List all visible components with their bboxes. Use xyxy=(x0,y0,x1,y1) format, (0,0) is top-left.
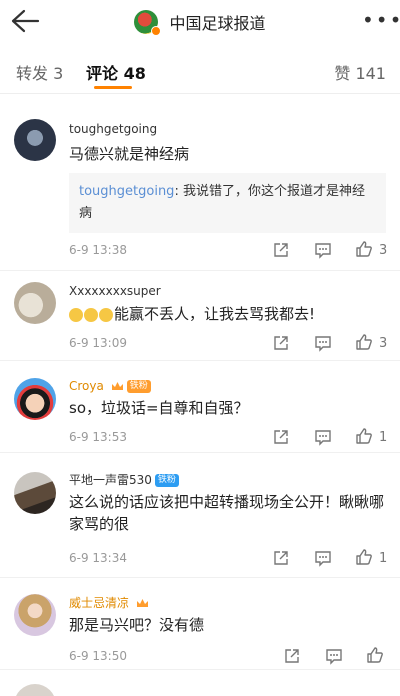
avatar[interactable] xyxy=(14,684,56,696)
comment-page: 中国足球报道 ••• 转发 3 评论 48 赞 141 toughgetgoin… xyxy=(0,0,400,696)
emoji-icon xyxy=(99,307,113,322)
emoji-icon xyxy=(84,307,98,322)
share-icon[interactable] xyxy=(272,428,292,446)
username-text: 平地一声雷530 xyxy=(69,473,152,487)
comment-text: 能赢不丢人，让我去骂我都去! xyxy=(69,303,384,325)
comment-icon[interactable] xyxy=(314,334,334,352)
avatar[interactable] xyxy=(14,282,56,324)
avatar[interactable] xyxy=(14,472,56,514)
avatar[interactable] xyxy=(14,378,56,420)
comment-item: 平地一声雷530 铁粉 这么说的话应该把中超转播现场全公开！瞅瞅哪家骂的很 6-9… xyxy=(0,453,400,578)
avatar[interactable] xyxy=(14,594,56,636)
tab-likes[interactable]: 赞 141 xyxy=(334,60,386,84)
account-avatar xyxy=(134,10,162,36)
comment-item: 威士忌清凉 那是马兴吧？没有德 6-9 13:50 xyxy=(0,578,400,670)
like-count: 3 xyxy=(379,243,388,258)
comment-list[interactable]: toughgetgoing 马德兴就是神经病 toughgetgoing: 我说… xyxy=(0,95,400,696)
like-count: 1 xyxy=(379,551,388,566)
like-icon[interactable] xyxy=(366,646,386,664)
crown-icon xyxy=(111,382,123,390)
comment-item: Croya 铁粉 so，垃圾话=自尊和自强？ 6-9 13:53 1 xyxy=(0,361,400,453)
emoji-icon xyxy=(69,307,83,322)
share-icon[interactable] xyxy=(272,241,292,259)
fan-badge: 铁粉 xyxy=(154,474,179,487)
share-icon[interactable] xyxy=(283,647,303,665)
comment-time: 6-9 13:50 xyxy=(69,649,127,663)
avatar[interactable] xyxy=(14,119,56,161)
comment-icon[interactable] xyxy=(314,428,334,446)
tab-bar: 转发 3 评论 48 赞 141 xyxy=(0,44,400,94)
tab-reposts[interactable]: 转发 3 xyxy=(16,60,63,84)
comment-text: 这么说的话应该把中超转播现场全公开！瞅瞅哪家骂的很 xyxy=(69,493,385,533)
comment-time: 6-9 13:34 xyxy=(69,551,127,565)
like-icon[interactable] xyxy=(355,548,375,566)
comment-username[interactable]: toughgetgoing xyxy=(69,122,157,136)
share-icon[interactable] xyxy=(272,334,292,352)
comment-time: 6-9 13:09 xyxy=(69,336,127,350)
comment-text: so，垃圾话=自尊和自强？ xyxy=(69,399,249,417)
page-title-wrap[interactable]: 中国足球报道 xyxy=(0,10,400,36)
tab-comments[interactable]: 评论 48 xyxy=(86,60,146,84)
like-icon[interactable] xyxy=(355,240,375,258)
comment-icon[interactable] xyxy=(314,549,334,567)
verified-badge-icon xyxy=(151,26,162,36)
comment-time: 6-9 13:38 xyxy=(69,243,127,257)
crown-icon xyxy=(136,599,148,607)
page-title: 中国足球报道 xyxy=(169,14,266,33)
comment-username[interactable]: Croya 铁粉 xyxy=(69,379,151,393)
comment-item: toughgetgoing 马德兴就是神经病 toughgetgoing: 我说… xyxy=(0,95,400,271)
comment-username[interactable]: 平地一声雷530 铁粉 xyxy=(69,471,179,488)
comment-text-body: 能赢不丢人，让我去骂我都去! xyxy=(114,305,316,323)
comment-icon[interactable] xyxy=(314,241,334,259)
comment-text: 马德兴就是神经病 xyxy=(69,145,190,163)
comment-text: 那是马兴吧？没有德 xyxy=(69,616,205,634)
like-count: 3 xyxy=(379,336,388,351)
reply-username[interactable]: toughgetgoing xyxy=(79,184,174,199)
active-tab-indicator xyxy=(94,86,132,89)
username-text: Croya xyxy=(69,379,104,393)
comment-username[interactable]: Xxxxxxxxsuper xyxy=(69,284,161,298)
like-icon[interactable] xyxy=(355,427,375,445)
top-bar: 中国足球报道 ••• xyxy=(0,0,400,44)
share-icon[interactable] xyxy=(272,549,292,567)
comment-time: 6-9 13:53 xyxy=(69,430,127,444)
fan-badge: 铁粉 xyxy=(126,380,151,393)
more-dots-icon[interactable]: ••• xyxy=(362,10,400,32)
comment-icon[interactable] xyxy=(325,647,345,665)
comment-username[interactable]: 威士忌清凉 xyxy=(69,594,149,611)
like-count: 1 xyxy=(379,430,388,445)
like-icon[interactable] xyxy=(355,333,375,351)
reply-box[interactable]: toughgetgoing: 我说错了，你这个报道才是神经病 xyxy=(69,173,386,233)
username-text: 威士忌清凉 xyxy=(69,596,130,610)
comment-item-partial xyxy=(0,670,400,696)
comment-item: Xxxxxxxxsuper 能赢不丢人，让我去骂我都去! 6-9 13:09 3 xyxy=(0,271,400,361)
